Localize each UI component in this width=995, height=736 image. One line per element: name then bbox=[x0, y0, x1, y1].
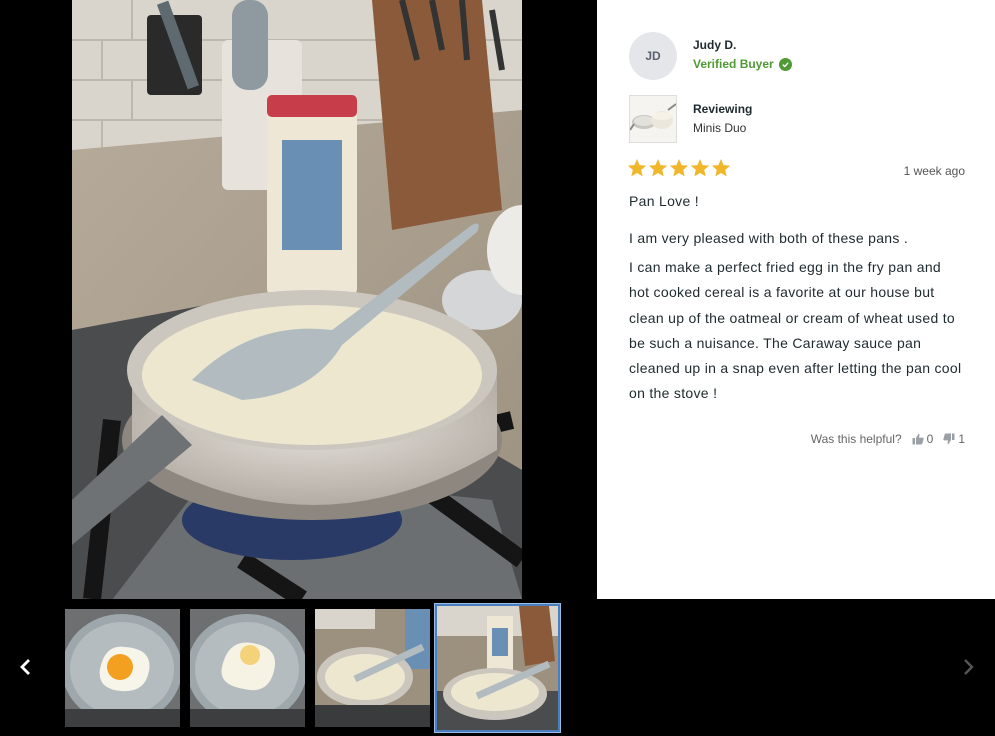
carousel-next-button[interactable] bbox=[956, 655, 980, 679]
star-icon bbox=[690, 159, 710, 177]
thumbs-up-button[interactable]: 0 bbox=[912, 432, 934, 446]
review-date: 1 week ago bbox=[903, 164, 965, 178]
star-icon bbox=[627, 159, 647, 177]
thumbs-down-count: 1 bbox=[958, 432, 965, 446]
carousel-thumbnail[interactable] bbox=[190, 609, 305, 727]
verified-label: Verified Buyer bbox=[693, 57, 774, 71]
review-paragraph: I can make a perfect fried egg in the fr… bbox=[629, 259, 962, 402]
carousel-thumbnail[interactable] bbox=[315, 609, 430, 727]
carousel-thumbnail[interactable] bbox=[65, 609, 180, 727]
carousel-prev-button[interactable] bbox=[14, 655, 38, 679]
avatar: JD bbox=[629, 32, 677, 80]
carousel-thumbnail-active[interactable] bbox=[434, 603, 561, 733]
chevron-right-icon bbox=[964, 659, 974, 675]
star-icon bbox=[648, 159, 668, 177]
thumbs-up-count: 0 bbox=[926, 432, 934, 446]
helpful-label: Was this helpful? bbox=[810, 432, 902, 446]
photo-carousel bbox=[0, 599, 995, 736]
author-name: Judy D. bbox=[693, 38, 737, 52]
product-name[interactable]: Minis Duo bbox=[693, 121, 746, 135]
thumbs-down-button[interactable]: 1 bbox=[943, 432, 965, 446]
star-icon bbox=[711, 159, 731, 177]
thumbs-down-icon bbox=[943, 433, 955, 445]
star-rating bbox=[627, 158, 731, 178]
review-paragraph: I am very pleased with both of these pan… bbox=[629, 230, 909, 246]
verified-badge: Verified Buyer bbox=[693, 57, 792, 71]
star-icon bbox=[669, 159, 689, 177]
review-card: JD Judy D. Verified Buyer Reviewing Mini… bbox=[597, 0, 995, 599]
product-thumbnail[interactable] bbox=[629, 95, 677, 143]
check-circle-icon bbox=[778, 57, 792, 71]
helpful-votes: Was this helpful? 0 1 bbox=[811, 432, 965, 446]
review-photo-main bbox=[72, 0, 522, 599]
chevron-left-icon bbox=[20, 659, 30, 675]
thumbs-up-icon bbox=[912, 433, 924, 445]
reviewing-label: Reviewing bbox=[693, 102, 753, 116]
review-body: I am very pleased with both of these pan… bbox=[629, 226, 965, 410]
review-title: Pan Love ! bbox=[629, 193, 699, 209]
